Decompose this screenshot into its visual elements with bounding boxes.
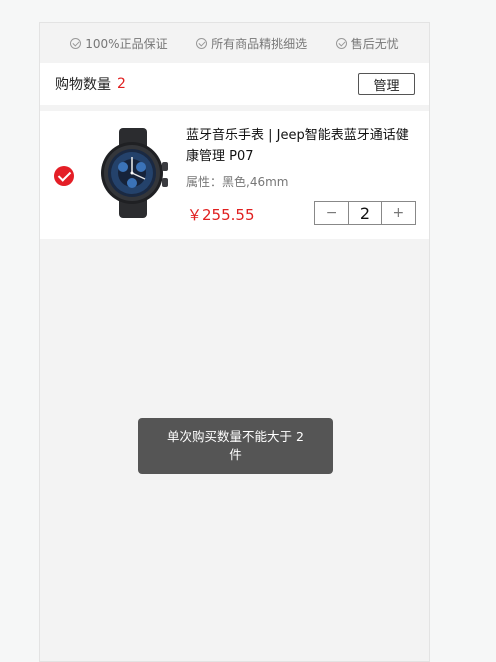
guarantee-label: 100%正品保证 (85, 36, 168, 51)
decrease-button[interactable]: − (315, 202, 348, 224)
product-title[interactable]: 蓝牙音乐手表 | Jeep智能表蓝牙通话健康管理 P07 (186, 125, 421, 167)
cart-header: 购物数量 2 管理 (40, 63, 429, 105)
cart-count-value: 2 (117, 76, 126, 92)
increase-button[interactable]: + (382, 202, 415, 224)
select-checkbox-icon[interactable] (54, 166, 74, 186)
guarantee-item: 100%正品保证 (70, 35, 168, 52)
cart-count-label: 购物数量 (55, 77, 111, 93)
product-price: ￥255.55 (187, 206, 255, 224)
product-attribute: 属性：黑色,46mm (186, 175, 289, 189)
guarantee-label: 售后无忧 (350, 36, 399, 51)
check-circle-icon (196, 37, 208, 49)
smartwatch-image[interactable] (95, 128, 170, 218)
cart-item: 蓝牙音乐手表 | Jeep智能表蓝牙通话健康管理 P07 属性：黑色,46mm … (40, 111, 429, 239)
guarantee-item: 售后无忧 (335, 35, 399, 52)
quantity-stepper: − 2 + (314, 201, 416, 225)
quantity-value[interactable]: 2 (348, 202, 382, 224)
manage-button[interactable]: 管理 (358, 73, 415, 95)
check-circle-icon (335, 37, 347, 49)
guarantee-item: 所有商品精挑细选 (196, 35, 307, 52)
guarantee-bar: 100%正品保证 所有商品精挑细选 售后无忧 (40, 23, 429, 63)
guarantee-label: 所有商品精挑细选 (211, 36, 308, 51)
toast-message: 单次购买数量不能大于 2 件 (138, 418, 333, 474)
check-circle-icon (70, 37, 82, 49)
cart-page: 100%正品保证 所有商品精挑细选 售后无忧 购物数量 2 管理 蓝牙音乐手表 … (39, 22, 430, 662)
